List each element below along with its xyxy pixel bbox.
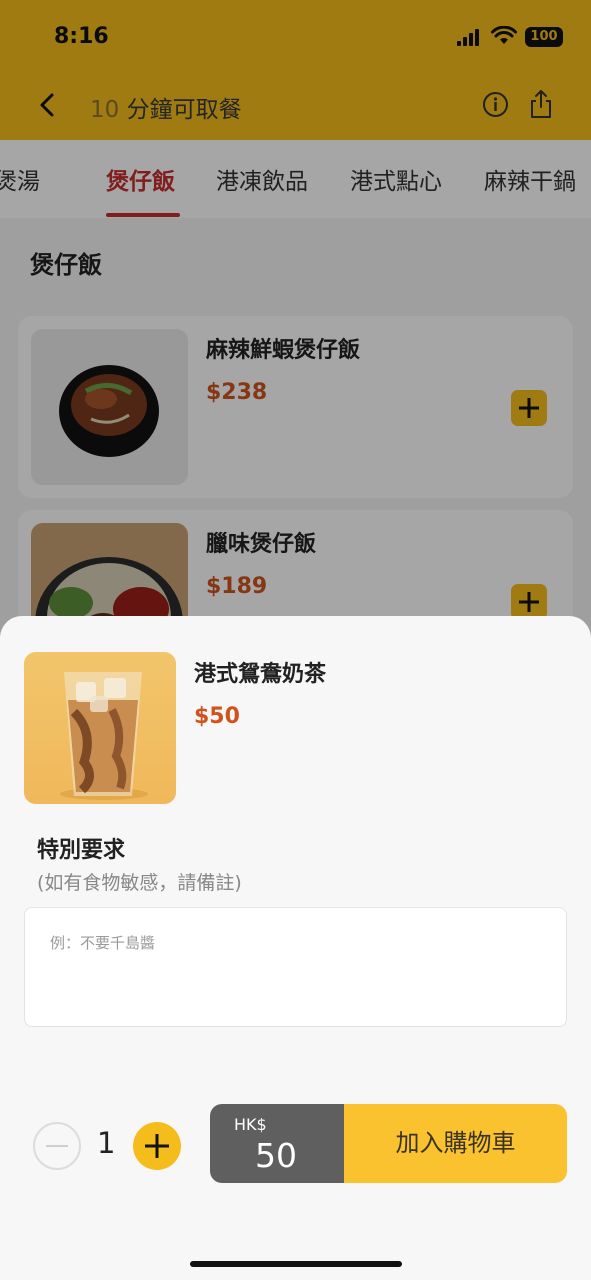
currency-label: HK$ xyxy=(234,1115,267,1134)
quantity-value: 1 xyxy=(97,1126,116,1160)
special-request-input[interactable] xyxy=(24,907,567,1027)
item-detail-sheet: 港式鴛鴦奶茶 $50 特別要求 (如有食物敏感，請備註) 1 HK$ 50 加入… xyxy=(0,616,591,1280)
increase-quantity-button[interactable] xyxy=(133,1122,181,1170)
home-indicator[interactable] xyxy=(190,1261,402,1267)
product-image xyxy=(24,652,176,804)
total-price-box: HK$ 50 xyxy=(210,1104,344,1183)
product-name: 港式鴛鴦奶茶 xyxy=(194,662,327,687)
special-request-hint: (如有食物敏感，請備註) xyxy=(37,872,242,894)
total-amount: 50 xyxy=(255,1136,297,1175)
decrease-quantity-button[interactable] xyxy=(33,1122,81,1170)
product-price: $50 xyxy=(194,704,240,729)
special-request-title: 特別要求 xyxy=(37,838,126,863)
add-to-cart-button[interactable]: 加入購物車 xyxy=(344,1104,567,1183)
